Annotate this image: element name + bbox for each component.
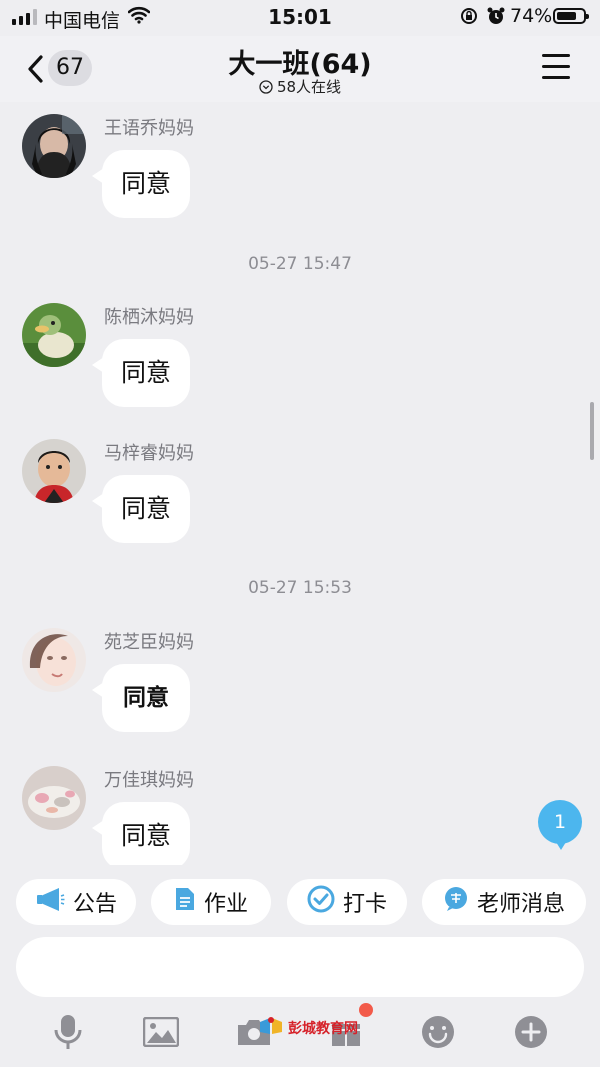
quick-actions-bar: 公告 作业 打卡 老师消息 <box>0 865 600 937</box>
status-bar: 中国电信 15:01 74% <box>0 0 600 36</box>
online-status[interactable]: 58人在线 <box>0 76 600 98</box>
microphone-icon[interactable] <box>46 1010 90 1054</box>
avatar[interactable] <box>22 439 86 503</box>
emoji-icon[interactable] <box>416 1010 460 1054</box>
alarm-icon <box>486 6 506 31</box>
image-icon[interactable] <box>139 1010 183 1054</box>
avatar[interactable] <box>22 766 86 830</box>
watermark-logo-icon <box>258 1016 284 1040</box>
plus-icon[interactable] <box>509 1010 553 1054</box>
message-bubble[interactable]: 同意 <box>92 339 190 407</box>
homework-label: 作业 <box>203 892 248 917</box>
online-count-text: 58人在线 <box>276 78 342 96</box>
notification-dot <box>359 1003 373 1017</box>
message-bubble[interactable]: 同意 <box>92 664 190 732</box>
watermark: 彭城教育网 <box>258 1016 358 1040</box>
announcement-label: 公告 <box>72 892 117 917</box>
new-message-badge[interactable]: 1 <box>538 800 582 850</box>
megaphone-icon <box>35 886 65 918</box>
check-in-button[interactable]: 打卡 <box>287 879 407 925</box>
document-icon <box>174 886 196 918</box>
timestamp-divider: 05-27 15:53 <box>248 578 352 598</box>
sender-name: 陈栖沐妈妈 <box>104 307 194 328</box>
input-toolbar: 彭城教育网 <box>0 1000 600 1067</box>
check-circle-icon <box>307 885 335 919</box>
battery-icon <box>553 8 589 24</box>
teacher-messages-button[interactable]: 老师消息 <box>422 879 586 925</box>
homework-button[interactable]: 作业 <box>151 879 271 925</box>
sender-name: 万佳琪妈妈 <box>104 770 194 791</box>
avatar[interactable] <box>22 114 86 178</box>
timestamp-divider: 05-27 15:47 <box>248 254 352 274</box>
chevron-down-circle-icon <box>259 80 273 98</box>
sender-name: 苑芝臣妈妈 <box>104 632 194 653</box>
check-in-label: 打卡 <box>342 892 387 917</box>
scrollbar[interactable] <box>590 402 594 460</box>
teacher-icon <box>443 886 469 918</box>
sender-name: 马梓睿妈妈 <box>104 443 194 464</box>
menu-icon[interactable] <box>542 54 570 80</box>
watermark-text: 彭城教育网 <box>288 1021 358 1037</box>
avatar[interactable] <box>22 303 86 367</box>
teacher-messages-label: 老师消息 <box>476 892 565 917</box>
lock-rotation-icon <box>460 7 478 30</box>
message-bubble[interactable]: 同意 <box>92 150 190 218</box>
announcement-button[interactable]: 公告 <box>16 879 136 925</box>
message-bubble[interactable]: 同意 <box>92 475 190 543</box>
nav-header: 67 大一班(64) 58人在线 <box>0 36 600 102</box>
avatar[interactable] <box>22 628 86 692</box>
message-input[interactable] <box>16 937 584 997</box>
chat-screen: 中国电信 15:01 74% 67 大一班(64) 58人在线 王语乔妈妈 同意… <box>0 0 600 1067</box>
sender-name: 王语乔妈妈 <box>104 118 194 139</box>
message-bubble[interactable]: 同意 <box>92 802 190 865</box>
message-list[interactable]: 王语乔妈妈 同意 05-27 15:47 陈栖沐妈妈 同意 马梓睿妈妈 同意 0… <box>0 102 600 865</box>
battery-percent: 74% <box>510 5 553 27</box>
